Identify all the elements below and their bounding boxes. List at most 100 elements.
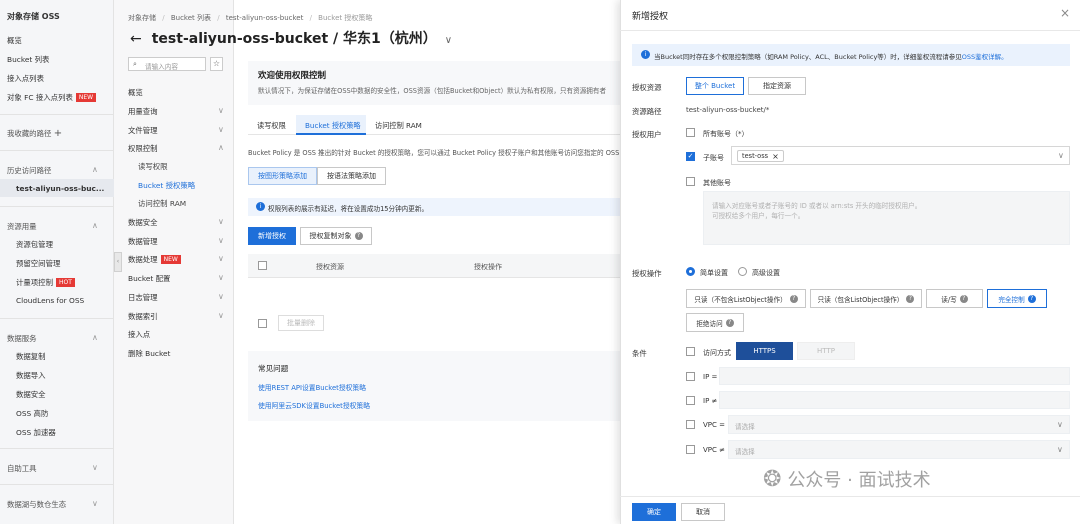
snav-data-processing[interactable]: 数据处理 NEW <box>128 254 181 265</box>
snav-overview[interactable]: 概览 <box>128 87 143 98</box>
whole-bucket-option[interactable]: 整个 Bucket <box>686 77 744 95</box>
nav-data-replication[interactable]: 数据复制 <box>16 351 46 362</box>
sub-account-checkbox[interactable]: ✓ <box>686 152 695 161</box>
nav-history-item[interactable]: test-aliyun-oss-buc... <box>16 184 104 193</box>
ip-eq-input[interactable] <box>719 367 1070 385</box>
snav-bucket-config[interactable]: Bucket 配置 <box>128 273 170 284</box>
chevron-down-icon[interactable]: ∨ <box>218 273 224 282</box>
chevron-down-icon[interactable]: ∨ <box>218 236 224 245</box>
star-icon[interactable]: ☆ <box>210 57 223 71</box>
nav-history[interactable]: 历史访问路径 <box>7 165 51 176</box>
faq-link-sdk[interactable]: 使用阿里云SDK设置Bucket授权策略 <box>258 400 370 410</box>
readonly-with-list-button[interactable]: 只读（包含ListObject操作）? <box>810 289 922 308</box>
chevron-down-icon[interactable]: ∨ <box>218 106 224 115</box>
nav-cloudlens[interactable]: CloudLens for OSS <box>16 296 84 305</box>
nav-oss-accelerator[interactable]: OSS 加速器 <box>16 427 56 438</box>
tab-ram[interactable]: 访问控制 RAM <box>375 121 422 131</box>
snav-log-manage[interactable]: 日志管理 <box>128 292 158 303</box>
nav-auto-tools[interactable]: 自助工具 <box>7 463 37 474</box>
nav-item-access-points[interactable]: 接入点列表 <box>7 73 44 84</box>
chevron-down-icon[interactable]: ∨ <box>218 217 224 226</box>
collapse-handle-icon[interactable]: ‹ <box>114 252 122 272</box>
chevron-down-icon[interactable]: ∨ <box>218 292 224 301</box>
chevron-up-icon[interactable]: ∧ <box>92 165 98 174</box>
snav-access-point[interactable]: 接入点 <box>128 329 150 340</box>
readonly-no-list-button[interactable]: 只读（不包含ListObject操作）? <box>686 289 806 308</box>
access-method-checkbox[interactable] <box>686 347 695 356</box>
chevron-down-icon[interactable]: ∨ <box>92 463 98 472</box>
nav-resource-package[interactable]: 资源包管理 <box>16 239 53 250</box>
other-accounts-checkbox[interactable] <box>686 177 695 186</box>
snav-rw-permission[interactable]: 读写权限 <box>138 161 168 172</box>
close-icon[interactable]: × <box>1060 6 1070 20</box>
chevron-up-icon[interactable]: ∧ <box>92 333 98 342</box>
batch-delete-button[interactable]: 批量删除 <box>278 315 324 331</box>
other-accounts-textarea[interactable]: 请输入对应账号或者子账号的 ID 或者以 arn:sts 开头的临时授权用户。 … <box>703 191 1070 245</box>
faq-link-rest[interactable]: 使用REST API设置Bucket授权策略 <box>258 382 366 392</box>
snav-permission[interactable]: 权限控制 <box>128 143 158 154</box>
confirm-button[interactable]: 确定 <box>632 503 676 521</box>
breadcrumb-item[interactable]: test-aliyun-oss-bucket <box>226 14 304 22</box>
add-grant-button[interactable]: 新增授权 <box>248 227 296 245</box>
ip-eq-checkbox[interactable] <box>686 372 695 381</box>
snav-delete-bucket[interactable]: 删除 Bucket <box>128 348 170 359</box>
deny-access-button[interactable]: 拒绝访问? <box>686 313 744 332</box>
nav-item-fc-access-points[interactable]: 对象 FC 接入点列表 NEW <box>7 92 97 103</box>
nav-data-import[interactable]: 数据导入 <box>16 370 46 381</box>
chevron-down-icon[interactable]: ∨ <box>218 311 224 320</box>
back-arrow-icon[interactable]: ← <box>130 31 142 47</box>
chevron-down-icon[interactable]: ∨ <box>92 499 98 508</box>
page-title: ← test-aliyun-oss-bucket / 华东1（杭州） ∨ <box>130 28 452 48</box>
http-button[interactable]: HTTP <box>797 342 855 360</box>
nav-data-lake[interactable]: 数据湖与数仓生态 <box>7 499 66 510</box>
chevron-up-icon[interactable]: ∧ <box>92 221 98 230</box>
snav-bucket-policy[interactable]: Bucket 授权策略 <box>138 180 195 191</box>
breadcrumb-item[interactable]: 对象存储 <box>128 14 156 22</box>
nav-reserved-space[interactable]: 预留空间管理 <box>16 258 60 269</box>
sub-account-select[interactable]: test-oss × ∨ <box>731 146 1070 165</box>
snav-data-security[interactable]: 数据安全 <box>128 217 158 228</box>
ip-ne-input[interactable] <box>719 391 1070 409</box>
all-accounts-checkbox[interactable] <box>686 128 695 137</box>
nav-resources[interactable]: 资源用量 <box>7 221 37 232</box>
advanced-mode-radio[interactable] <box>738 267 747 276</box>
nav-oss-ddos[interactable]: OSS 高防 <box>16 408 48 419</box>
read-write-button[interactable]: 读/写? <box>926 289 983 308</box>
vpc-eq-select[interactable]: 请选择 ∨ <box>728 415 1070 434</box>
row-checkbox[interactable] <box>258 319 267 328</box>
snav-file-manage[interactable]: 文件管理 <box>128 125 158 136</box>
subtab-graphic[interactable]: 按图形策略添加 <box>248 167 317 185</box>
specific-resource-option[interactable]: 指定资源 <box>748 77 806 95</box>
subtab-syntax[interactable]: 按语法策略添加 <box>317 167 386 185</box>
tab-rw-permission[interactable]: 读写权限 <box>257 121 286 131</box>
vpc-ne-select[interactable]: 请选择 ∨ <box>728 440 1070 459</box>
vpc-eq-checkbox[interactable] <box>686 420 695 429</box>
https-button[interactable]: HTTPS <box>736 342 793 360</box>
ip-ne-checkbox[interactable] <box>686 396 695 405</box>
snav-ram[interactable]: 访问控制 RAM <box>138 198 186 209</box>
nav-item-overview[interactable]: 概览 <box>7 35 22 46</box>
vpc-ne-checkbox[interactable] <box>686 445 695 454</box>
nav-data-services[interactable]: 数据服务 <box>7 333 37 344</box>
nav-item-bucket-list[interactable]: Bucket 列表 <box>7 54 49 65</box>
snav-data-index[interactable]: 数据索引 <box>128 311 158 322</box>
tab-bucket-policy-active[interactable]: Bucket 授权策略 <box>296 115 366 135</box>
nav-my-paths[interactable]: 我收藏的路径 + <box>7 128 62 139</box>
chevron-down-icon[interactable]: ∨ <box>218 254 224 263</box>
snav-data-manage[interactable]: 数据管理 <box>128 236 158 247</box>
chevron-up-icon[interactable]: ∧ <box>218 143 224 152</box>
nav-data-security[interactable]: 数据安全 <box>16 389 46 400</box>
cancel-button[interactable]: 取消 <box>681 503 725 521</box>
chevron-down-icon[interactable]: ∨ <box>445 35 452 46</box>
snav-usage[interactable]: 用量查询 <box>128 106 158 117</box>
chevron-down-icon[interactable]: ∨ <box>218 125 224 134</box>
select-all-checkbox[interactable] <box>258 261 267 270</box>
breadcrumb-item[interactable]: Bucket 列表 <box>171 14 211 22</box>
nav-search-input[interactable]: ⌕ 请输入内容 <box>128 57 206 71</box>
tag-close-icon[interactable]: × <box>772 152 779 161</box>
simple-mode-radio[interactable] <box>686 267 695 276</box>
copy-grant-button[interactable]: 授权复制对象? <box>300 227 372 245</box>
full-control-button[interactable]: 完全控制? <box>987 289 1047 308</box>
nav-metering-control[interactable]: 计量项控制 HOT <box>16 277 75 288</box>
drawer-info-link[interactable]: OSS鉴权详解。 <box>962 53 1008 61</box>
